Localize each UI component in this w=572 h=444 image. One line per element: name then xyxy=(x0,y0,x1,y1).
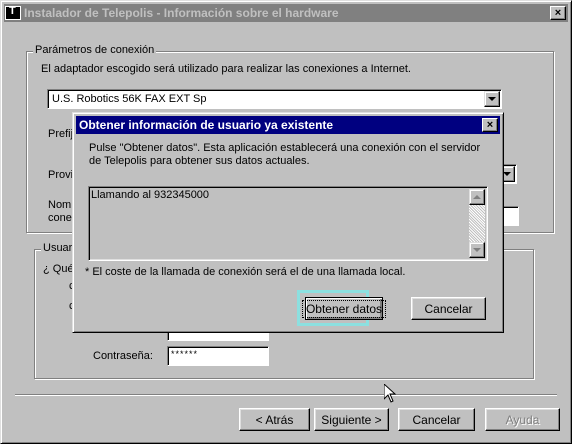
installer-window: Instalador de Telepolis - Información so… xyxy=(0,0,572,444)
close-icon[interactable]: × xyxy=(550,6,566,20)
call-cost-note: * El coste de la llamada de conexión ser… xyxy=(85,266,406,278)
get-data-button[interactable]: Obtener datos xyxy=(301,297,387,320)
dialog-title: Obtener información de usuario ya existe… xyxy=(79,118,334,132)
user-question: ¿ Qué xyxy=(43,263,74,275)
installer-title: Instalador de Telepolis - Información so… xyxy=(24,6,339,20)
help-button-label: Ayuda xyxy=(505,412,540,427)
installer-titlebar[interactable]: Instalador de Telepolis - Información so… xyxy=(4,4,568,22)
telepolis-app-icon xyxy=(5,5,21,20)
next-button-label: Siguiente > xyxy=(321,412,382,427)
dialog-cancel-button[interactable]: Cancelar xyxy=(411,297,486,320)
get-data-button-label: Obtener datos xyxy=(301,299,387,318)
dialog-instructions: Pulse "Obtener datos". Esta aplicación e… xyxy=(89,142,481,167)
back-button-label: < Atrás xyxy=(255,412,294,427)
password-input[interactable]: ****** xyxy=(167,346,269,366)
call-log-text: Llamando al 932345000 xyxy=(91,189,210,201)
scroll-down-icon[interactable] xyxy=(469,242,485,258)
adapter-description: El adaptador escogido será utilizado par… xyxy=(41,63,411,75)
next-button[interactable]: Siguiente > xyxy=(314,408,389,431)
password-label: Contraseña: xyxy=(93,350,153,362)
footer-separator xyxy=(15,394,557,396)
call-log-scrollbar[interactable] xyxy=(469,189,485,258)
adapter-select-value: U.S. Robotics 56K FAX EXT Sp xyxy=(52,93,207,105)
scroll-up-icon[interactable] xyxy=(469,189,485,205)
mouse-cursor-icon xyxy=(384,384,396,403)
dialog-cancel-button-label: Cancelar xyxy=(424,301,473,316)
password-value: ****** xyxy=(171,349,199,359)
get-user-info-dialog: Obtener información de usuario ya existe… xyxy=(72,112,504,333)
help-button[interactable]: Ayuda xyxy=(485,408,560,431)
call-log-memo: Llamando al 932345000 xyxy=(88,186,488,261)
chevron-down-icon[interactable] xyxy=(484,91,500,107)
close-icon[interactable]: × xyxy=(482,118,498,132)
prefix-label: Prefij xyxy=(48,128,74,140)
dialog-titlebar[interactable]: Obtener información de usuario ya existe… xyxy=(76,116,500,134)
back-button[interactable]: < Atrás xyxy=(239,408,310,431)
cancel-button[interactable]: Cancelar xyxy=(398,408,475,431)
adapter-select[interactable]: U.S. Robotics 56K FAX EXT Sp xyxy=(47,89,502,109)
cancel-button-label: Cancelar xyxy=(412,412,461,427)
connection-group-legend: Parámetros de conexión xyxy=(33,44,157,56)
